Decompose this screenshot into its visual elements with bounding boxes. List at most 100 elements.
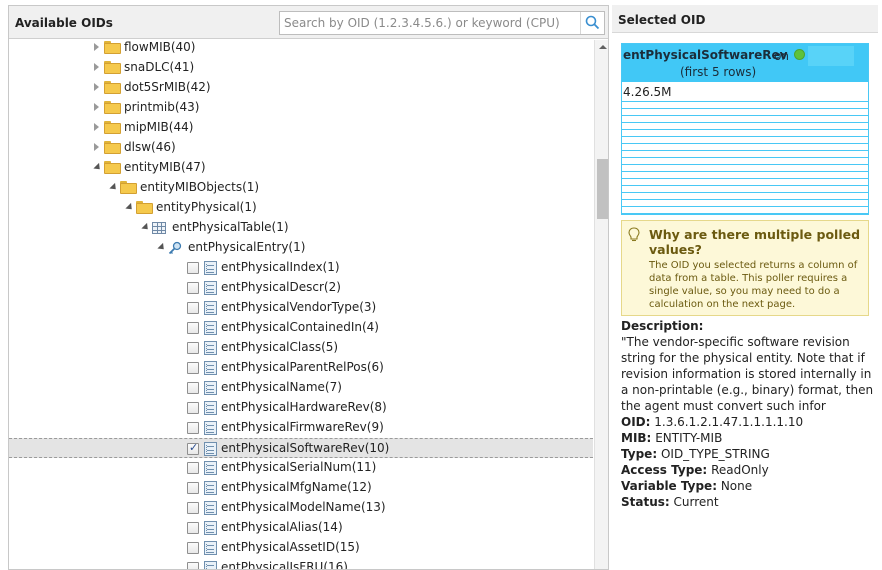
tree-node-label[interactable]: entPhysicalAssetID(15) [221,540,360,554]
tree-node-row[interactable]: entityPhysical(1) [9,198,593,218]
tree-node-label[interactable]: entPhysicalClass(5) [221,340,338,354]
oid-checkbox[interactable] [187,322,199,334]
oid-checkbox[interactable] [187,282,199,294]
tree-node-row[interactable]: entityMIB(47) [9,158,593,178]
tree-node-label[interactable]: entPhysicalModelName(13) [221,500,386,514]
oid-checkbox[interactable] [187,362,199,374]
tree-node-row[interactable]: entPhysicalTable(1) [9,218,593,238]
collapse-arrow-icon[interactable] [157,242,167,253]
oid-leaf-row[interactable]: entPhysicalParentRelPos(6) [9,358,593,378]
expand-arrow-icon[interactable] [94,43,99,51]
tree-node-label[interactable]: entPhysicalFirmwareRev(9) [221,420,384,434]
oid-leaf-row[interactable]: entPhysicalModelName(13) [9,498,593,518]
oid-leaf-row[interactable]: entPhysicalHardwareRev(8) [9,398,593,418]
tree-node-label[interactable]: entPhysicalParentRelPos(6) [221,360,384,374]
folder-icon [136,201,153,214]
oid-checkbox[interactable] [187,502,199,514]
tree-node-label[interactable]: snaDLC(41) [124,60,194,74]
oid-checkbox[interactable] [187,441,199,455]
oid-column-icon [204,501,217,515]
tree-node-row[interactable]: flowMIB(40) [9,40,593,58]
variable-type-label: Variable Type: [621,479,717,493]
oid-column-icon [204,281,217,295]
tree-node-label[interactable]: entityPhysical(1) [156,200,257,214]
oid-leaf-row[interactable]: entPhysicalAssetID(15) [9,538,593,558]
collapse-arrow-icon[interactable] [109,182,119,193]
oid-leaf-row[interactable]: entPhysicalContainedIn(4) [9,318,593,338]
tree-node-row[interactable]: entPhysicalEntry(1) [9,238,593,258]
oid-checkbox[interactable] [187,382,199,394]
oid-leaf-row[interactable]: entPhysicalSerialNum(11) [9,458,593,478]
scrollbar-thumb[interactable] [597,159,608,219]
status-value: Current [673,495,719,509]
tree-node-label[interactable]: entPhysicalSoftwareRev(10) [221,441,389,455]
oid-leaf-row[interactable]: entPhysicalMfgName(12) [9,478,593,498]
oid-leaf-row[interactable]: entPhysicalSoftwareRev(10) [9,438,593,458]
oid-checkbox[interactable] [187,342,199,354]
tree-node-row[interactable]: snaDLC(41) [9,58,593,78]
tree-node-row[interactable]: entityMIBObjects(1) [9,178,593,198]
tree-node-label[interactable]: entityMIB(47) [124,160,206,174]
oid-leaf-row[interactable]: entPhysicalIsFRU(16) [9,558,593,569]
tree-node-label[interactable]: entPhysicalHardwareRev(8) [221,400,387,414]
oid-column-icon [204,341,217,355]
expand-arrow-icon[interactable] [94,103,99,111]
oid-column-icon [204,421,217,435]
tree-node-label[interactable]: entPhysicalEntry(1) [188,240,305,254]
tree-node-label[interactable]: printmib(43) [124,100,199,114]
oid-checkbox[interactable] [187,542,199,554]
tree-node-row[interactable]: printmib(43) [9,98,593,118]
tree-node-label[interactable]: entPhysicalSerialNum(11) [221,460,376,474]
collapse-arrow-icon[interactable] [93,162,103,173]
tree-node-label[interactable]: entPhysicalContainedIn(4) [221,320,379,334]
oid-details: Description: "The vendor-specific softwa… [621,318,877,510]
tree-node-label[interactable]: entPhysicalName(7) [221,380,342,394]
oid-value-empty-rows [622,102,868,214]
oid-leaf-row[interactable]: entPhysicalFirmwareRev(9) [9,418,593,438]
tree-node-label[interactable]: entPhysicalVendorType(3) [221,300,376,314]
oid-checkbox[interactable] [187,402,199,414]
expand-arrow-icon[interactable] [94,123,99,131]
folder-icon [104,61,121,74]
search-button[interactable] [580,12,604,34]
tree-node-row[interactable]: dlsw(46) [9,138,593,158]
tree-node-label[interactable]: dot5SrMIB(42) [124,80,211,94]
tree-node-label[interactable]: dlsw(46) [124,140,176,154]
status-label: Status: [621,495,670,509]
oid-checkbox[interactable] [187,482,199,494]
expand-arrow-icon[interactable] [94,143,99,151]
expand-arrow-icon[interactable] [94,63,99,71]
oid-leaf-row[interactable]: entPhysicalAlias(14) [9,518,593,538]
oid-search-input[interactable] [280,12,580,34]
tree-node-label[interactable]: flowMIB(40) [124,40,195,54]
oid-leaf-row[interactable]: entPhysicalClass(5) [9,338,593,358]
scroll-up-arrow-icon[interactable] [599,45,607,49]
tree-node-label[interactable]: entPhysicalTable(1) [172,220,289,234]
tree-node-label[interactable]: entityMIBObjects(1) [140,180,259,194]
oid-checkbox[interactable] [187,562,199,569]
oid-leaf-row[interactable]: entPhysicalVendorType(3) [9,298,593,318]
expand-arrow-icon[interactable] [94,83,99,91]
oid-checkbox[interactable] [187,422,199,434]
oid-tree: flowMIB(40) snaDLC(41) dot5SrMIB(42) printm… [9,40,593,569]
collapse-arrow-icon[interactable] [141,222,151,233]
tree-node-label[interactable]: entPhysicalIndex(1) [221,260,340,274]
tree-node-label[interactable]: entPhysicalMfgName(12) [221,480,372,494]
oid-leaf-row[interactable]: entPhysicalName(7) [9,378,593,398]
oid-checkbox[interactable] [187,522,199,534]
oid-checkbox[interactable] [187,262,199,274]
tree-node-row[interactable]: mipMIB(44) [9,118,593,138]
oid-checkbox[interactable] [187,302,199,314]
folder-icon [104,81,121,94]
tree-node-label[interactable]: entPhysicalIsFRU(16) [221,560,348,569]
collapse-arrow-icon[interactable] [125,202,135,213]
tree-node-label[interactable]: entPhysicalDescr(2) [221,280,341,294]
tree-node-label[interactable]: mipMIB(44) [124,120,193,134]
tree-node-row[interactable]: dot5SrMIB(42) [9,78,593,98]
tree-node-label[interactable]: entPhysicalAlias(14) [221,520,343,534]
oid-checkbox[interactable] [187,462,199,474]
oid-name: entPhysicalSoftwareRev [623,48,788,62]
tree-scrollbar[interactable] [594,40,608,569]
oid-leaf-row[interactable]: entPhysicalIndex(1) [9,258,593,278]
oid-leaf-row[interactable]: entPhysicalDescr(2) [9,278,593,298]
